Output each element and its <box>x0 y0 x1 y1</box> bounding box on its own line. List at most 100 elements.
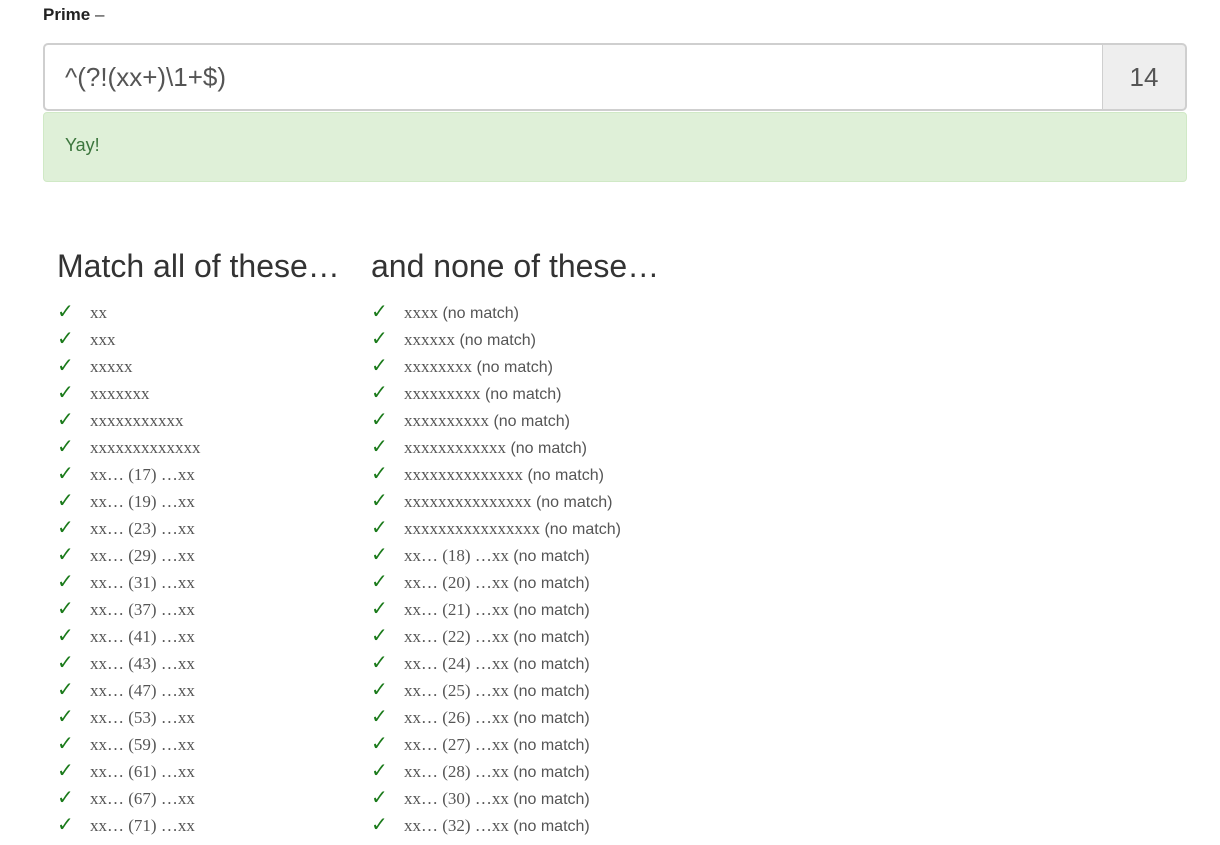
match-string: xxxxxxxxxxxxx <box>90 438 201 457</box>
check-icon: ✓ <box>371 704 388 728</box>
match-item: ✓ xx… (53) …xx <box>57 703 340 730</box>
match-item: ✓ xx… (59) …xx <box>57 730 340 757</box>
nomatch-string: xxxxxx <box>404 330 455 349</box>
nomatch-item: ✓ xx… (25) …xx (no match) <box>371 676 659 703</box>
regex-input[interactable] <box>43 43 1103 111</box>
regex-input-group: 14 <box>43 43 1187 111</box>
level-heading: Prime – <box>43 5 104 25</box>
nomatch-string: xx… (27) …xx <box>404 735 509 754</box>
nomatch-string: xxxxxxxxx <box>404 384 481 403</box>
match-item: ✓ xx… (17) …xx <box>57 460 340 487</box>
nomatch-string: xx… (21) …xx <box>404 600 509 619</box>
match-item: ✓ xx… (41) …xx <box>57 622 340 649</box>
nomatch-item: ✓ xx… (30) …xx (no match) <box>371 784 659 811</box>
nomatch-title: and none of these… <box>371 248 660 284</box>
nomatch-item: ✓ xx… (20) …xx (no match) <box>371 568 659 595</box>
check-icon: ✓ <box>371 650 388 674</box>
match-item: ✓ xx… (43) …xx <box>57 649 340 676</box>
check-icon: ✓ <box>371 677 388 701</box>
nomatch-item: ✓ xxxxxx (no match) <box>371 325 659 352</box>
no-match-note: (no match) <box>513 764 590 781</box>
match-title: Match all of these… <box>57 248 340 284</box>
check-icon: ✓ <box>57 380 74 404</box>
no-match-note: (no match) <box>527 467 604 484</box>
page: Prime – 14 Yay! Match all of these… ✓xx✓… <box>0 0 1220 845</box>
no-match-note: (no match) <box>476 359 553 376</box>
match-string: xx… (47) …xx <box>90 681 195 700</box>
match-string: xx… (37) …xx <box>90 600 195 619</box>
nomatch-string: xxxxxxxxxx <box>404 411 489 430</box>
check-icon: ✓ <box>57 488 74 512</box>
match-item: ✓ xx… (37) …xx <box>57 595 340 622</box>
check-icon: ✓ <box>57 704 74 728</box>
nomatch-string: xx… (30) …xx <box>404 789 509 808</box>
nomatch-item: ✓ xxxxxxxxxx (no match) <box>371 406 659 433</box>
level-dash: – <box>94 5 105 24</box>
match-item: ✓ xx… (19) …xx <box>57 487 340 514</box>
check-icon: ✓ <box>57 434 74 458</box>
check-icon: ✓ <box>371 326 388 350</box>
nomatch-item: ✓ xxxxxxxxxxxxxx (no match) <box>371 460 659 487</box>
check-icon: ✓ <box>57 758 74 782</box>
match-item: ✓ xx… (67) …xx <box>57 784 340 811</box>
match-string: xx… (29) …xx <box>90 546 195 565</box>
check-icon: ✓ <box>371 461 388 485</box>
nomatch-string: xx… (25) …xx <box>404 681 509 700</box>
check-icon: ✓ <box>57 353 74 377</box>
no-match-note: (no match) <box>493 413 570 430</box>
match-item: ✓ xx… (31) …xx <box>57 568 340 595</box>
match-item: ✓ xx… (29) …xx <box>57 541 340 568</box>
match-list: ✓ xx ✓ xxx ✓ xxxxx ✓ xxxxxxx ✓ xxxxxxxxxxx ✓ xxxxxx… <box>57 298 340 838</box>
match-item: ✓ xxxxxxxxxxxxx <box>57 433 340 460</box>
match-item: ✓ xx… (71) …xx <box>57 811 340 838</box>
check-icon: ✓ <box>57 785 74 809</box>
match-string: xx… (17) …xx <box>90 465 195 484</box>
check-icon: ✓ <box>57 326 74 350</box>
check-icon: ✓ <box>371 299 388 323</box>
check-icon: ✓ <box>371 515 388 539</box>
nomatch-string: xxxxxxxxxxxxxxx <box>404 492 532 511</box>
match-string: xxx <box>90 330 116 349</box>
nomatch-string: xxxxxxxxxxxx <box>404 438 506 457</box>
match-string: xx… (71) …xx <box>90 816 195 835</box>
check-icon: ✓ <box>57 623 74 647</box>
no-match-note: (no match) <box>544 521 621 538</box>
no-match-note: (no match) <box>513 629 590 646</box>
nomatch-string: xxxxxxxxxxxxxx <box>404 465 523 484</box>
nomatch-item: ✓ xxxxxxxxxxxx (no match) <box>371 433 659 460</box>
nomatch-item: ✓ xx… (32) …xx (no match) <box>371 811 659 838</box>
nomatch-string: xxxxxxxx <box>404 357 472 376</box>
level-name: Prime <box>43 5 91 24</box>
nomatch-string: xx… (20) …xx <box>404 573 509 592</box>
nomatch-item: ✓ xx… (18) …xx (no match) <box>371 541 659 568</box>
nomatch-item: ✓ xx… (26) …xx (no match) <box>371 703 659 730</box>
nomatch-item: ✓ xx… (21) …xx (no match) <box>371 595 659 622</box>
check-icon: ✓ <box>371 785 388 809</box>
no-match-note: (no match) <box>513 737 590 754</box>
nomatch-string: xx… (26) …xx <box>404 708 509 727</box>
no-match-note: (no match) <box>513 575 590 592</box>
check-icon: ✓ <box>57 569 74 593</box>
nomatch-list: ✓ xxxx (no match) ✓ xxxxxx (no match) ✓ xxxxx… <box>371 298 659 838</box>
nomatch-string: xx… (24) …xx <box>404 654 509 673</box>
no-match-note: (no match) <box>459 332 536 349</box>
no-match-note: (no match) <box>513 710 590 727</box>
nomatch-string: xx… (22) …xx <box>404 627 509 646</box>
check-icon: ✓ <box>371 569 388 593</box>
check-icon: ✓ <box>371 407 388 431</box>
check-icon: ✓ <box>57 731 74 755</box>
match-column: Match all of these… ✓ xx ✓ xxx ✓ xxxxx ✓ xxxxxx… <box>57 244 340 838</box>
match-item: ✓ xxxxx <box>57 352 340 379</box>
match-item: ✓ xxx <box>57 325 340 352</box>
score-addon: 14 <box>1103 43 1187 111</box>
nomatch-column: and none of these… ✓ xxxx (no match) ✓ xxxx… <box>371 244 659 838</box>
match-item: ✓ xx… (47) …xx <box>57 676 340 703</box>
match-string: xx… (67) …xx <box>90 789 195 808</box>
nomatch-item: ✓ xxxxxxxxxxxxxxxx (no match) <box>371 514 659 541</box>
match-string: xx… (19) …xx <box>90 492 195 511</box>
nomatch-item: ✓ xxxx (no match) <box>371 298 659 325</box>
nomatch-string: xxxx <box>404 303 438 322</box>
check-icon: ✓ <box>371 353 388 377</box>
check-icon: ✓ <box>371 812 388 836</box>
check-icon: ✓ <box>57 677 74 701</box>
